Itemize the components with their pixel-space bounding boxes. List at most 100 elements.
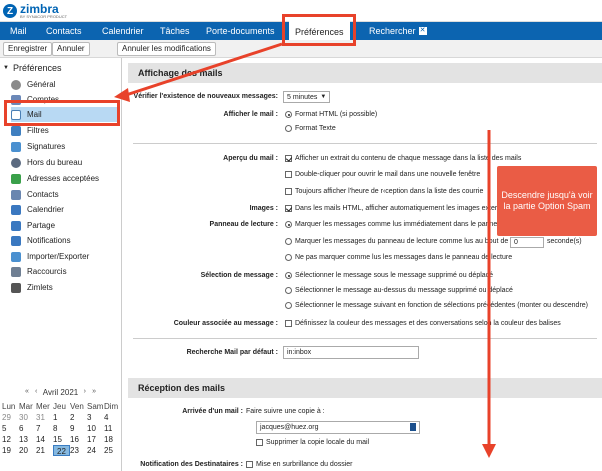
calendar-day[interactable]: 9 <box>70 423 87 434</box>
checkbox-icon[interactable] <box>246 461 253 468</box>
forward-address-input[interactable]: jacques@huez.org <box>256 421 420 434</box>
tag-color-checkbox[interactable]: Définissez la couleur des messages et de… <box>285 320 561 327</box>
calendar-day[interactable]: 21 <box>36 445 53 456</box>
calendar-day[interactable]: 19 <box>2 445 19 456</box>
checkbox-icon[interactable] <box>285 155 292 162</box>
calendar-day[interactable]: 15 <box>53 434 70 445</box>
calendar-day[interactable]: 13 <box>19 434 36 445</box>
text-format-radio[interactable]: Format Texte <box>285 125 336 132</box>
calendar-day[interactable]: 18 <box>104 434 121 445</box>
calendar-day[interactable]: 31 <box>36 412 53 423</box>
radio-icon[interactable] <box>285 221 292 228</box>
sidebar-item-out-of-office[interactable]: Hors du bureau <box>11 155 119 170</box>
select-below-radio[interactable]: Sélectionner le message sous le message … <box>285 272 493 279</box>
select-above-radio[interactable]: Sélectionner le message au-dessus du mes… <box>285 287 513 294</box>
weekday-label: Mar <box>19 402 33 411</box>
checkbox-icon[interactable] <box>285 320 292 327</box>
mark-read-after-radio[interactable]: Marquer les messages du panneau de lectu… <box>285 238 508 245</box>
calendar-day[interactable]: 20 <box>19 445 36 456</box>
collapse-arrow-icon[interactable]: ▼ <box>3 65 9 71</box>
mark-read-immediately-radio[interactable]: Marquer les messages comme lus immédiate… <box>285 221 505 228</box>
radio-icon[interactable] <box>285 111 292 118</box>
calendar-day-today[interactable]: 22 <box>53 445 70 456</box>
close-icon[interactable]: ✕ <box>418 27 427 35</box>
checkbox-icon[interactable] <box>285 188 292 195</box>
html-format-radio[interactable]: Format HTML (si possible) <box>285 111 377 118</box>
sidebar-item-zimlets[interactable]: Zimlets <box>11 280 119 295</box>
seconds-input[interactable]: 0 <box>510 237 544 248</box>
sidebar-item-mail[interactable]: Mail <box>11 107 119 122</box>
calendar-day[interactable]: 10 <box>87 423 104 434</box>
calendar-day[interactable]: 29 <box>2 412 19 423</box>
calendar-day[interactable]: 1 <box>53 412 70 423</box>
calendar-grid: Lun Mar Mer Jeu Ven Sam Dim 29 30 31 1 2… <box>0 401 121 456</box>
calendar-day[interactable]: 12 <box>2 434 19 445</box>
radio-icon[interactable] <box>285 302 292 309</box>
radio-icon[interactable] <box>285 125 292 132</box>
calendar-day[interactable]: 30 <box>19 412 36 423</box>
calendar-day[interactable]: 23 <box>70 445 87 456</box>
tab-search-label: Rechercher <box>369 26 416 36</box>
show-snippet-checkbox[interactable]: Afficher un extrait du contenu de chaque… <box>285 155 521 162</box>
sidebar-item-general[interactable]: Général <box>11 77 119 92</box>
never-mark-read-radio[interactable]: Ne pas marquer comme lus les messages da… <box>285 254 512 261</box>
highlight-folder-checkbox[interactable]: Mise en surbrillance du dossier <box>246 461 353 468</box>
cancel-button[interactable]: Annuler <box>52 42 90 56</box>
calendar-day[interactable]: 7 <box>36 423 53 434</box>
right-arrow-icon[interactable]: › <box>84 388 86 395</box>
sidebar-item-notifications[interactable]: Notifications <box>11 233 119 248</box>
preferences-tree-header[interactable]: ▼ Préférences <box>3 63 61 73</box>
tab-tasks[interactable]: Tâches <box>160 22 190 40</box>
double-left-arrow-icon[interactable]: « <box>25 388 29 395</box>
radio-icon[interactable] <box>285 238 292 245</box>
calendar-day[interactable]: 2 <box>70 412 87 423</box>
double-right-arrow-icon[interactable]: » <box>92 388 96 395</box>
calendar-day[interactable]: 24 <box>87 445 104 456</box>
sidebar-item-label: Contacts <box>27 190 59 199</box>
sidebar-item-import-export[interactable]: Importer/Exporter <box>11 249 119 264</box>
delete-local-copy-checkbox[interactable]: Supprimer la copie locale du mail <box>256 439 369 446</box>
calendar-day[interactable]: 17 <box>87 434 104 445</box>
sidebar-item-sharing[interactable]: Partage <box>11 218 119 233</box>
calendar-day[interactable]: 5 <box>2 423 19 434</box>
sidebar-item-contacts[interactable]: Contacts <box>11 187 119 202</box>
always-show-time-checkbox[interactable]: Toujours afficher l'heure de r‹ception d… <box>285 188 483 195</box>
calendar-day[interactable]: 3 <box>87 412 104 423</box>
checkbox-icon[interactable] <box>256 439 263 446</box>
auto-images-checkbox[interactable]: Dans les mails HTML, afficher automatiqu… <box>285 205 501 212</box>
calendar-day[interactable]: 25 <box>104 445 121 456</box>
sidebar-item-shortcuts[interactable]: Raccourcis <box>11 264 119 279</box>
tab-preferences[interactable]: Préférences <box>289 20 350 42</box>
checkbox-icon[interactable] <box>285 205 292 212</box>
calendar-day[interactable]: 6 <box>19 423 36 434</box>
sidebar-item-filters[interactable]: Filtres <box>11 123 119 138</box>
save-button[interactable]: Enregistrer <box>3 42 53 56</box>
calendar-day[interactable]: 14 <box>36 434 53 445</box>
radio-icon[interactable] <box>285 254 292 261</box>
select-by-history-radio[interactable]: Sélectionner le message suivant en fonct… <box>285 302 588 309</box>
radio-icon[interactable] <box>285 272 292 279</box>
undo-changes-button[interactable]: Annuler les modifications <box>117 42 216 56</box>
address-book-icon[interactable] <box>410 423 416 431</box>
check-interval-select[interactable]: 5 minutes ▼ <box>283 91 331 103</box>
sidebar-item-accepted-addresses[interactable]: Adresses acceptées <box>11 171 119 186</box>
sidebar-item-signatures[interactable]: Signatures <box>11 139 119 154</box>
tab-search[interactable]: Rechercher ✕ <box>369 22 427 40</box>
calendar-day[interactable]: 4 <box>104 412 121 423</box>
default-search-input[interactable]: in:inbox <box>283 346 419 359</box>
tab-calendar[interactable]: Calendrier <box>102 22 144 40</box>
calendar-day[interactable]: 11 <box>104 423 121 434</box>
tab-mail[interactable]: Mail <box>10 22 27 40</box>
message-selection-label: Sélection de message : <box>200 272 278 279</box>
sidebar-item-calendar[interactable]: Calendrier <box>11 202 119 217</box>
tab-contacts[interactable]: Contacts <box>46 22 82 40</box>
checkbox-icon[interactable] <box>285 171 292 178</box>
double-click-checkbox[interactable]: Double-cliquer pour ouvrir le mail dans … <box>285 171 480 178</box>
calendar-day[interactable]: 16 <box>70 434 87 445</box>
radio-icon[interactable] <box>285 287 292 294</box>
calendar-day[interactable]: 8 <box>53 423 70 434</box>
sidebar-item-accounts[interactable]: Comptes <box>11 92 119 107</box>
left-arrow-icon[interactable]: ‹ <box>35 388 37 395</box>
divider <box>133 338 597 339</box>
tab-documents[interactable]: Porte-documents <box>206 22 275 40</box>
